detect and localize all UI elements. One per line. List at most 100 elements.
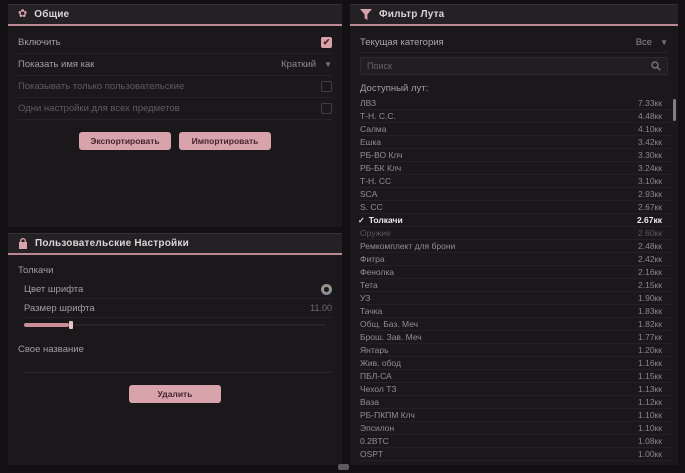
loot-list-item[interactable]: Эпсилон 1.10кк	[360, 422, 672, 435]
loot-list-item[interactable]: Ремкомплект для брони2.48кк	[360, 240, 672, 253]
font-size-value: 11.00	[310, 303, 332, 313]
loot-item-name: Эпсилон	[360, 423, 394, 433]
loot-list-item[interactable]: Янтарь1.20кк	[360, 344, 672, 357]
export-button[interactable]: Экспортировать	[79, 132, 171, 150]
enable-label: Включить	[18, 37, 61, 48]
loot-list-item[interactable]: Жив. обод1.16кк	[360, 357, 672, 370]
setting-row-same-settings: Одни настройки для всех предметов	[18, 98, 332, 120]
loot-item-value: 3.42кк	[638, 137, 662, 147]
category-dropdown[interactable]: Все ▼	[636, 37, 668, 48]
loot-item-name: 0.2BTC	[360, 436, 389, 446]
name-mode-dropdown[interactable]: Краткий ▼	[281, 59, 332, 70]
check-icon: ✓	[358, 216, 365, 225]
font-size-row: Размер шрифта 11.00	[24, 299, 332, 318]
loot-item-name: Т-Н. СС	[360, 176, 391, 186]
font-size-label: Размер шрифта	[24, 303, 95, 314]
loot-item-name: OSPT	[360, 449, 383, 459]
loot-item-name: SCA	[360, 189, 377, 199]
general-panel-header: ✿ Общие	[8, 5, 342, 24]
loot-item-value: 2.67кк	[638, 202, 662, 212]
loot-item-name: Янтарь	[360, 345, 389, 355]
loot-item-value: 1.10кк	[638, 423, 662, 433]
loot-item-value: 1.13кк	[638, 384, 662, 394]
loot-list-item[interactable]: Т-Н. С.С. 4.48кк	[360, 110, 672, 123]
loot-list-item[interactable]: Общ. Баз. Меч1.82кк	[360, 318, 672, 331]
slider-handle[interactable]	[69, 321, 73, 329]
user-settings-panel: Пользовательские Настройки Толкачи Цвет …	[8, 233, 342, 465]
loot-item-name: Брош. Зав. Меч	[360, 332, 422, 342]
search-input[interactable]: Поиск	[360, 57, 668, 75]
name-mode-value: Краткий	[281, 59, 316, 70]
category-label: Текущая категория	[360, 37, 444, 48]
loot-list-item[interactable]: ПБЛ-СА1.15кк	[360, 370, 672, 383]
loot-list-item[interactable]: РБ-ВО Клч3.30кк	[360, 149, 672, 162]
accent-divider	[8, 24, 342, 26]
delete-button[interactable]: Удалить	[129, 385, 221, 403]
slider-fill	[24, 323, 69, 327]
loot-item-value: 1.16кк	[638, 358, 662, 368]
loot-item-name: Тачка	[360, 306, 382, 316]
loot-list-item[interactable]: Салма4.10кк	[360, 123, 672, 136]
loot-list-item[interactable]: Фенолка 2.16кк	[360, 266, 672, 279]
only-custom-label: Показывать только пользовательские	[18, 81, 184, 92]
custom-name-input[interactable]	[24, 359, 332, 373]
loot-list-item[interactable]: УЗ 1.90кк	[360, 292, 672, 305]
setting-row-enable: Включить ✔	[18, 32, 332, 54]
loot-list-item[interactable]: OSPT1.00кк	[360, 448, 672, 461]
loot-item-value: 2.15кк	[638, 280, 662, 290]
loot-list-item[interactable]: S. СС2.67кк	[360, 201, 672, 214]
loot-item-value: 1.83кк	[638, 306, 662, 316]
loot-item-value: 1.90кк	[638, 293, 662, 303]
loot-list-item[interactable]: РБ-ПКПМ Клч1.10кк	[360, 409, 672, 422]
enable-checkbox[interactable]: ✔	[321, 37, 332, 48]
loot-list-item[interactable]: ЛВЗ7.33кк	[360, 97, 672, 110]
same-settings-label: Одни настройки для всех предметов	[18, 103, 180, 114]
loot-list-item[interactable]: Оружие2.60кк	[360, 227, 672, 240]
loot-list-item[interactable]: Тачка 1.83кк	[360, 305, 672, 318]
font-size-slider[interactable]	[24, 320, 326, 330]
loot-filter-header: Фильтр Лута	[350, 5, 678, 24]
loot-item-name: УЗ	[360, 293, 370, 303]
loot-item-name: Т-Н. С.С.	[360, 111, 396, 121]
category-value: Все	[636, 37, 652, 48]
loot-list-item[interactable]: Фитра2.42кк	[360, 253, 672, 266]
loot-item-value: 1.10кк	[638, 410, 662, 420]
loot-list-item[interactable]: ✓Толкачи2.67кк	[360, 214, 672, 227]
loot-item-value: 2.67кк	[637, 215, 662, 225]
only-custom-checkbox[interactable]	[321, 81, 332, 92]
loot-list-item[interactable]: Т-Н. СС3.10кк	[360, 175, 672, 188]
loot-item-name: ЛВЗ	[360, 98, 376, 108]
user-settings-header: Пользовательские Настройки	[8, 234, 342, 253]
loot-item-name: Салма	[360, 124, 387, 134]
loot-item-name: Ешка	[360, 137, 381, 147]
loot-item-value: 1.15кк	[638, 371, 662, 381]
loot-list-item[interactable]: Брош. Зав. Меч1.77кк	[360, 331, 672, 344]
loot-item-value: 4.48кк	[638, 111, 662, 121]
loot-item-value: 1.12кк	[638, 397, 662, 407]
loot-item-value: 2.16кк	[638, 267, 662, 277]
category-row: Текущая категория Все ▼	[360, 32, 668, 53]
loot-list-item[interactable]: Ешка 3.42кк	[360, 136, 672, 149]
window-drag-grip[interactable]	[338, 464, 349, 470]
import-button[interactable]: Импортировать	[179, 132, 271, 150]
loot-item-name: Фенолка	[360, 267, 394, 277]
loot-list-item[interactable]: 0.2BTC 1.08кк	[360, 435, 672, 448]
accent-divider	[350, 24, 678, 26]
loot-list-item[interactable]: РБ-БК Клч3.24кк	[360, 162, 672, 175]
same-settings-checkbox[interactable]	[321, 103, 332, 114]
custom-name-label: Свое название	[18, 344, 332, 355]
loot-list-item[interactable]: Чехол ТЗ 1.13кк	[360, 383, 672, 396]
loot-item-value: 1.08кк	[638, 436, 662, 446]
funnel-icon	[360, 9, 372, 20]
loot-item-name: Общ. Баз. Меч	[360, 319, 418, 329]
scrollbar-thumb[interactable]	[673, 99, 676, 121]
loot-item-name: Чехол ТЗ	[360, 384, 396, 394]
loot-list-item[interactable]: Тета2.15кк	[360, 279, 672, 292]
loot-list-item[interactable]: Ваза1.12кк	[360, 396, 672, 409]
general-panel-title: Общие	[34, 9, 69, 20]
setting-row-only-custom: Показывать только пользовательские	[18, 76, 332, 98]
loot-list-item[interactable]: SCA2.93кк	[360, 188, 672, 201]
loot-filter-title: Фильтр Лута	[379, 9, 444, 20]
color-wheel-icon[interactable]	[321, 284, 332, 295]
loot-item-name: Фитра	[360, 254, 385, 264]
